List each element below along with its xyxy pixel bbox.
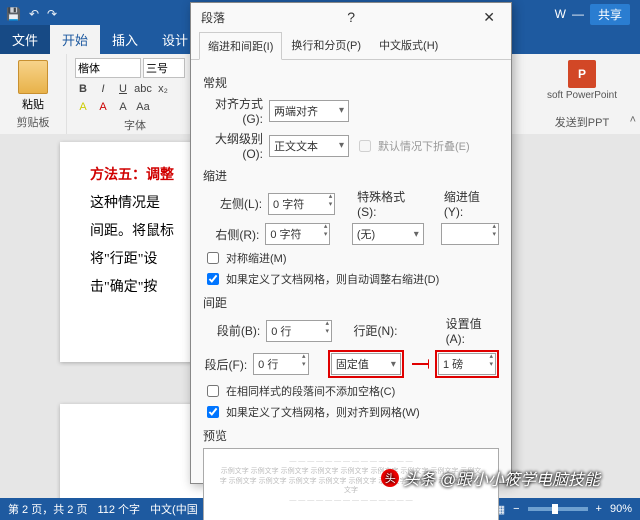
tab-insert[interactable]: 插入 (100, 25, 150, 54)
indent-value-label: 缩进值(Y): (444, 188, 499, 219)
line-spacing-select[interactable]: 固定值 (331, 353, 401, 375)
ppt-small-label: soft PowerPoint (532, 90, 632, 101)
dialog-title: 段落 (201, 9, 225, 26)
close-icon[interactable]: ? (341, 7, 361, 27)
dialog-tabs: 缩进和间距(I) 换行和分页(P) 中文版式(H) (191, 31, 511, 60)
indent-right-label: 右侧(R): (203, 226, 259, 243)
underline-icon[interactable]: U (115, 81, 131, 97)
redo-icon[interactable]: ↷ (47, 7, 57, 21)
red-arrow-icon (410, 357, 429, 371)
tab-line-page-breaks[interactable]: 换行和分页(P) (282, 31, 370, 59)
section-general: 常规 (203, 74, 499, 91)
special-select[interactable]: (无) (352, 223, 424, 245)
minimize-icon[interactable]: — (572, 7, 584, 21)
indent-value-spinner[interactable] (441, 223, 499, 245)
space-before-label: 段前(B): (203, 322, 260, 339)
section-spacing: 间距 (203, 294, 499, 311)
space-after-spinner[interactable]: 0 行 (253, 353, 308, 375)
share-button[interactable]: 共享 (590, 4, 630, 25)
page-count: 第 2 页，共 2 页 (8, 501, 87, 517)
tab-indent-spacing[interactable]: 缩进和间距(I) (199, 32, 282, 60)
collapse-ribbon-icon[interactable]: ˄ (630, 114, 636, 126)
collapse-checkbox[interactable]: 默认情况下折叠(E) (355, 137, 470, 155)
space-after-label: 段后(F): (203, 356, 247, 373)
save-icon[interactable]: 💾 (6, 7, 21, 21)
close-icon[interactable]: ✕ (477, 7, 501, 28)
font-name-select[interactable]: 楷体 (75, 58, 141, 78)
set-value-label: 设置值(A): (446, 315, 499, 346)
aa-icon[interactable]: Aa (135, 99, 151, 115)
outline-select[interactable]: 正文文本 (269, 135, 349, 157)
highlight-icon[interactable]: A (75, 99, 91, 115)
auto-indent-checkbox[interactable]: 如果定义了文档网格，则自动调整右缩进(D) (203, 270, 499, 288)
word-count: 112 个字 (97, 501, 140, 517)
space-before-spinner[interactable]: 0 行 (266, 320, 332, 342)
italic-icon[interactable]: I (95, 81, 111, 97)
indent-left-label: 左侧(L): (203, 195, 262, 212)
no-space-checkbox[interactable]: 在相同样式的段落间不添加空格(C) (203, 382, 499, 400)
section-preview: 预览 (203, 427, 499, 444)
zoom-in-icon[interactable]: + (596, 503, 602, 515)
bold-icon[interactable]: B (75, 81, 91, 97)
sub-icon[interactable]: x₂ (155, 81, 171, 97)
char-shading-icon[interactable]: A (115, 99, 131, 115)
alignment-label: 对齐方式(G): (203, 95, 263, 126)
tab-home[interactable]: 开始 (50, 25, 100, 54)
line-spacing-label: 行距(N): (354, 322, 407, 339)
section-indent: 缩进 (203, 167, 499, 184)
tab-asian-typography[interactable]: 中文版式(H) (370, 31, 447, 59)
outline-label: 大纲级别(O): (203, 130, 263, 161)
send-ppt-label: 发送到PPT (532, 114, 632, 130)
font-group-label: 字体 (75, 117, 195, 133)
snap-grid-checkbox[interactable]: 如果定义了文档网格，则对齐到网格(W) (203, 403, 499, 421)
paste-label: 粘贴 (8, 96, 58, 112)
special-label: 特殊格式(S): (357, 188, 412, 219)
paragraph-dialog: 段落 ? ✕ 缩进和间距(I) 换行和分页(P) 中文版式(H) 常规 对齐方式… (190, 2, 512, 484)
indent-left-spinner[interactable]: 0 字符 (268, 193, 335, 215)
alignment-select[interactable]: 两端对齐 (269, 100, 349, 122)
strike-icon[interactable]: abc (135, 81, 151, 97)
w-icon: W (555, 7, 566, 21)
indent-right-spinner[interactable]: 0 字符 (265, 223, 330, 245)
font-color-icon[interactable]: A (95, 99, 111, 115)
mirror-indent-checkbox[interactable]: 对称缩进(M) (203, 249, 499, 267)
font-size-select[interactable]: 三号 (143, 58, 185, 78)
powerpoint-icon[interactable]: P (568, 60, 596, 88)
undo-icon[interactable]: ↶ (29, 7, 39, 21)
paste-icon[interactable] (18, 60, 48, 94)
set-value-spinner[interactable]: 1 磅 (438, 353, 496, 375)
watermark: 头 头条 @跟小小筱学电脑技能 (381, 466, 600, 490)
zoom-out-icon[interactable]: − (513, 503, 519, 515)
zoom-slider[interactable] (528, 507, 588, 511)
tab-file[interactable]: 文件 (0, 25, 50, 54)
watermark-icon: 头 (381, 469, 399, 487)
zoom-level[interactable]: 90% (610, 503, 632, 515)
clipboard-group-label: 剪贴板 (8, 114, 58, 130)
